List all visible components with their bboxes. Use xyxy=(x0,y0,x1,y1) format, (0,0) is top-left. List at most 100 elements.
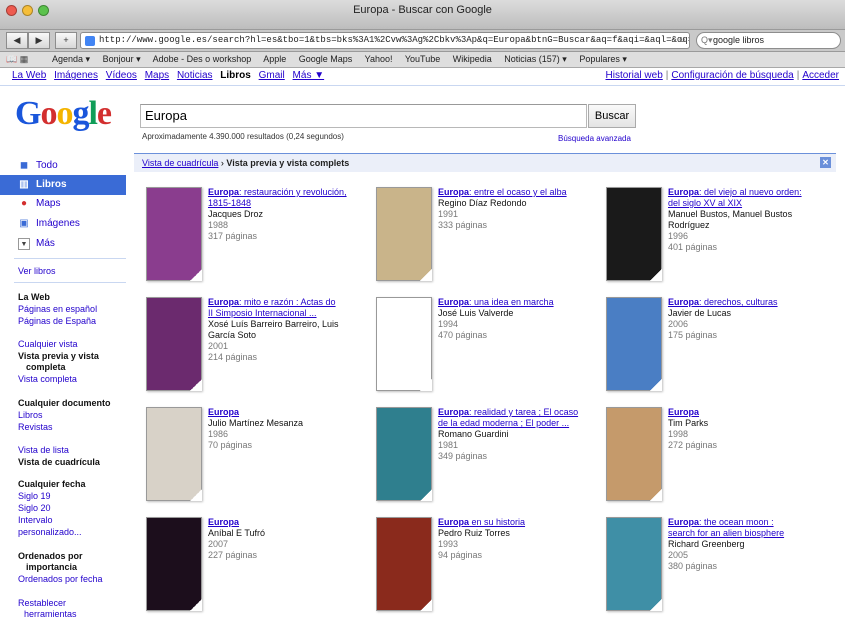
bookmark-item[interactable]: Google Maps xyxy=(299,54,353,64)
book-pages: 175 páginas xyxy=(668,330,718,340)
book-title-link[interactable]: Europa en su historia xyxy=(438,517,603,528)
bookmark-item[interactable]: Wikipedia xyxy=(453,54,492,64)
book-title-link[interactable]: Europa: una idea en marcha xyxy=(438,297,603,308)
any-view-link[interactable]: Cualquier vista xyxy=(18,339,78,350)
reload-icon[interactable]: ↻ xyxy=(679,33,685,48)
century-19-link[interactable]: Siglo 19 xyxy=(18,491,51,502)
forward-button[interactable]: ▶ xyxy=(28,32,50,49)
advanced-search-link[interactable]: Búsqueda avanzada xyxy=(558,134,631,143)
back-button[interactable]: ◀ xyxy=(6,32,28,49)
bookmark-item[interactable]: Apple xyxy=(263,54,286,64)
book-title-link[interactable]: Europa: the ocean moon : xyxy=(668,517,833,528)
books-filter-link[interactable]: Libros xyxy=(18,410,43,421)
book-cover-thumbnail[interactable] xyxy=(606,517,662,611)
gbar-link-videos[interactable]: Vídeos xyxy=(106,70,137,81)
book-cover-thumbnail[interactable] xyxy=(146,297,202,391)
bookmark-item[interactable]: Yahoo! xyxy=(365,54,393,64)
list-view-link[interactable]: Vista de lista xyxy=(18,445,69,456)
book-cover-thumbnail[interactable] xyxy=(376,517,432,611)
book-result[interactable]: Europa: del viejo al nuevo orden: del sig… xyxy=(606,187,826,287)
book-title-link-cont[interactable]: 1815-1848 xyxy=(208,198,373,209)
book-cover-thumbnail[interactable] xyxy=(146,187,202,281)
book-year: 1998 xyxy=(668,429,689,439)
book-cover-thumbnail[interactable] xyxy=(606,297,662,391)
search-input[interactable]: Europa xyxy=(140,104,587,128)
book-result[interactable]: Europa: the ocean moon : search for an al… xyxy=(606,517,826,617)
mode-item-maps[interactable]: ● Maps xyxy=(0,194,126,214)
book-title-link[interactable]: Europa: realidad y tarea ; El ocaso xyxy=(438,407,603,418)
left-navigation: ◼ Todo ▥ Libros ● Maps ▣ Imágenes ▼ Más … xyxy=(0,152,130,632)
book-result[interactable]: Europa Aníbal E Tufró 2007 227 páginas xyxy=(146,517,366,617)
add-bookmark-button[interactable]: + xyxy=(55,32,77,49)
book-cover-thumbnail[interactable] xyxy=(376,297,432,391)
bookmark-item[interactable]: Populares ▾ xyxy=(579,54,627,64)
bookmark-item[interactable]: Agenda ▾ xyxy=(52,54,90,64)
book-cover-thumbnail[interactable] xyxy=(146,407,202,501)
close-icon[interactable]: ✕ xyxy=(820,157,831,168)
mode-item-images[interactable]: ▣ Imágenes xyxy=(0,214,126,234)
book-cover-thumbnail[interactable] xyxy=(606,407,662,501)
mode-item-books[interactable]: ▥ Libros xyxy=(0,175,126,195)
book-title-link[interactable]: Europa: derechos, culturas xyxy=(668,297,833,308)
gbar-link-web[interactable]: La Web xyxy=(12,70,46,81)
bookmark-item[interactable]: Adobe - Des o workshop xyxy=(153,54,252,64)
see-books-link[interactable]: Ver libros xyxy=(18,266,56,277)
book-title-link[interactable]: Europa xyxy=(668,407,833,418)
search-settings-link[interactable]: Configuración de búsqueda xyxy=(671,70,793,81)
book-cover-thumbnail[interactable] xyxy=(146,517,202,611)
book-result[interactable]: Europa: entre el ocaso y el alba Regino D… xyxy=(376,187,596,287)
book-pages: 317 páginas xyxy=(208,231,258,241)
sign-in-link[interactable]: Acceder xyxy=(802,70,839,81)
book-author: Aníbal E Tufró xyxy=(208,528,266,538)
grid-view-link[interactable]: Vista de cuadrícula xyxy=(142,158,218,168)
gbar-link-news[interactable]: Noticias xyxy=(177,70,213,81)
book-cover-thumbnail[interactable] xyxy=(376,407,432,501)
book-result[interactable]: Europa: restauración y revolución, 1815-1… xyxy=(146,187,366,287)
book-title-link[interactable]: Europa: del viejo al nuevo orden: xyxy=(668,187,833,198)
address-bar[interactable]: http://www.google.es/search?hl=es&tbo=1&… xyxy=(80,32,690,49)
gbar-link-maps[interactable]: Maps xyxy=(145,70,169,81)
web-history-link[interactable]: Historial web xyxy=(606,70,663,81)
bookmark-item[interactable]: YouTube xyxy=(405,54,440,64)
google-logo[interactable]: Google xyxy=(15,95,112,133)
book-cover-thumbnail[interactable] xyxy=(376,187,432,281)
book-title-link-cont[interactable]: search for an alien biosphere xyxy=(668,528,833,539)
book-result[interactable]: Europa Julio Martínez Mesanza 1986 70 págin… xyxy=(146,407,366,507)
book-result[interactable]: Europa: derechos, culturas Javier de Luca… xyxy=(606,297,826,397)
book-title-link[interactable]: Europa xyxy=(208,407,373,418)
magazines-filter-link[interactable]: Revistas xyxy=(18,422,53,433)
gbar-link-gmail[interactable]: Gmail xyxy=(259,70,285,81)
bookmarks-book-icon[interactable]: 📖 ▦ xyxy=(0,52,40,67)
browser-search-field[interactable]: Q▾ google libros xyxy=(696,32,841,49)
gbar-link-images[interactable]: Imágenes xyxy=(54,70,98,81)
book-pages: 227 páginas xyxy=(208,550,258,560)
pages-spanish-link[interactable]: Páginas en español xyxy=(18,304,97,315)
bookmark-item[interactable]: Noticias (157) ▾ xyxy=(504,54,567,64)
reset-tools-link-cont[interactable]: herramientas xyxy=(24,609,77,620)
book-result[interactable]: Europa en su historia Pedro Ruiz Torres 19… xyxy=(376,517,596,617)
order-date-link[interactable]: Ordenados por fecha xyxy=(18,574,103,585)
book-result[interactable]: Europa: mito e razón : Actas do II Simpos… xyxy=(146,297,366,397)
full-view-link[interactable]: Vista completa xyxy=(18,374,77,385)
book-result[interactable]: Europa: una idea en marcha José Luis Valv… xyxy=(376,297,596,397)
bookmark-item[interactable]: Bonjour ▾ xyxy=(103,54,141,64)
book-result[interactable]: Europa Tim Parks 1998 272 páginas xyxy=(606,407,826,507)
book-title-link[interactable]: Europa: restauración y revolución, xyxy=(208,187,373,198)
book-title-link[interactable]: Europa xyxy=(208,517,373,528)
search-button[interactable]: Buscar xyxy=(588,104,636,128)
book-title-link[interactable]: Europa: entre el ocaso y el alba xyxy=(438,187,603,198)
custom-range-link[interactable]: Intervalo xyxy=(18,515,53,526)
book-title-link-cont[interactable]: de la edad moderna ; El poder ... xyxy=(438,418,603,429)
book-result[interactable]: Europa: realidad y tarea ; El ocaso de la… xyxy=(376,407,596,507)
reset-tools-link[interactable]: Restablecer xyxy=(18,598,66,609)
mode-item-more[interactable]: ▼ Más xyxy=(0,234,126,254)
book-title-link-cont[interactable]: II Simposio Internacional ... xyxy=(208,308,373,319)
mode-item-all[interactable]: ◼ Todo xyxy=(0,156,126,176)
custom-range-link-cont[interactable]: personalizado... xyxy=(18,527,82,538)
pages-spain-link[interactable]: Páginas de España xyxy=(18,316,96,327)
book-title-link-cont[interactable]: del siglo XV al XIX xyxy=(668,198,833,209)
book-cover-thumbnail[interactable] xyxy=(606,187,662,281)
book-title-link[interactable]: Europa: mito e razón : Actas do xyxy=(208,297,373,308)
gbar-link-more[interactable]: Más ▼ xyxy=(293,70,325,81)
century-20-link[interactable]: Siglo 20 xyxy=(18,503,51,514)
